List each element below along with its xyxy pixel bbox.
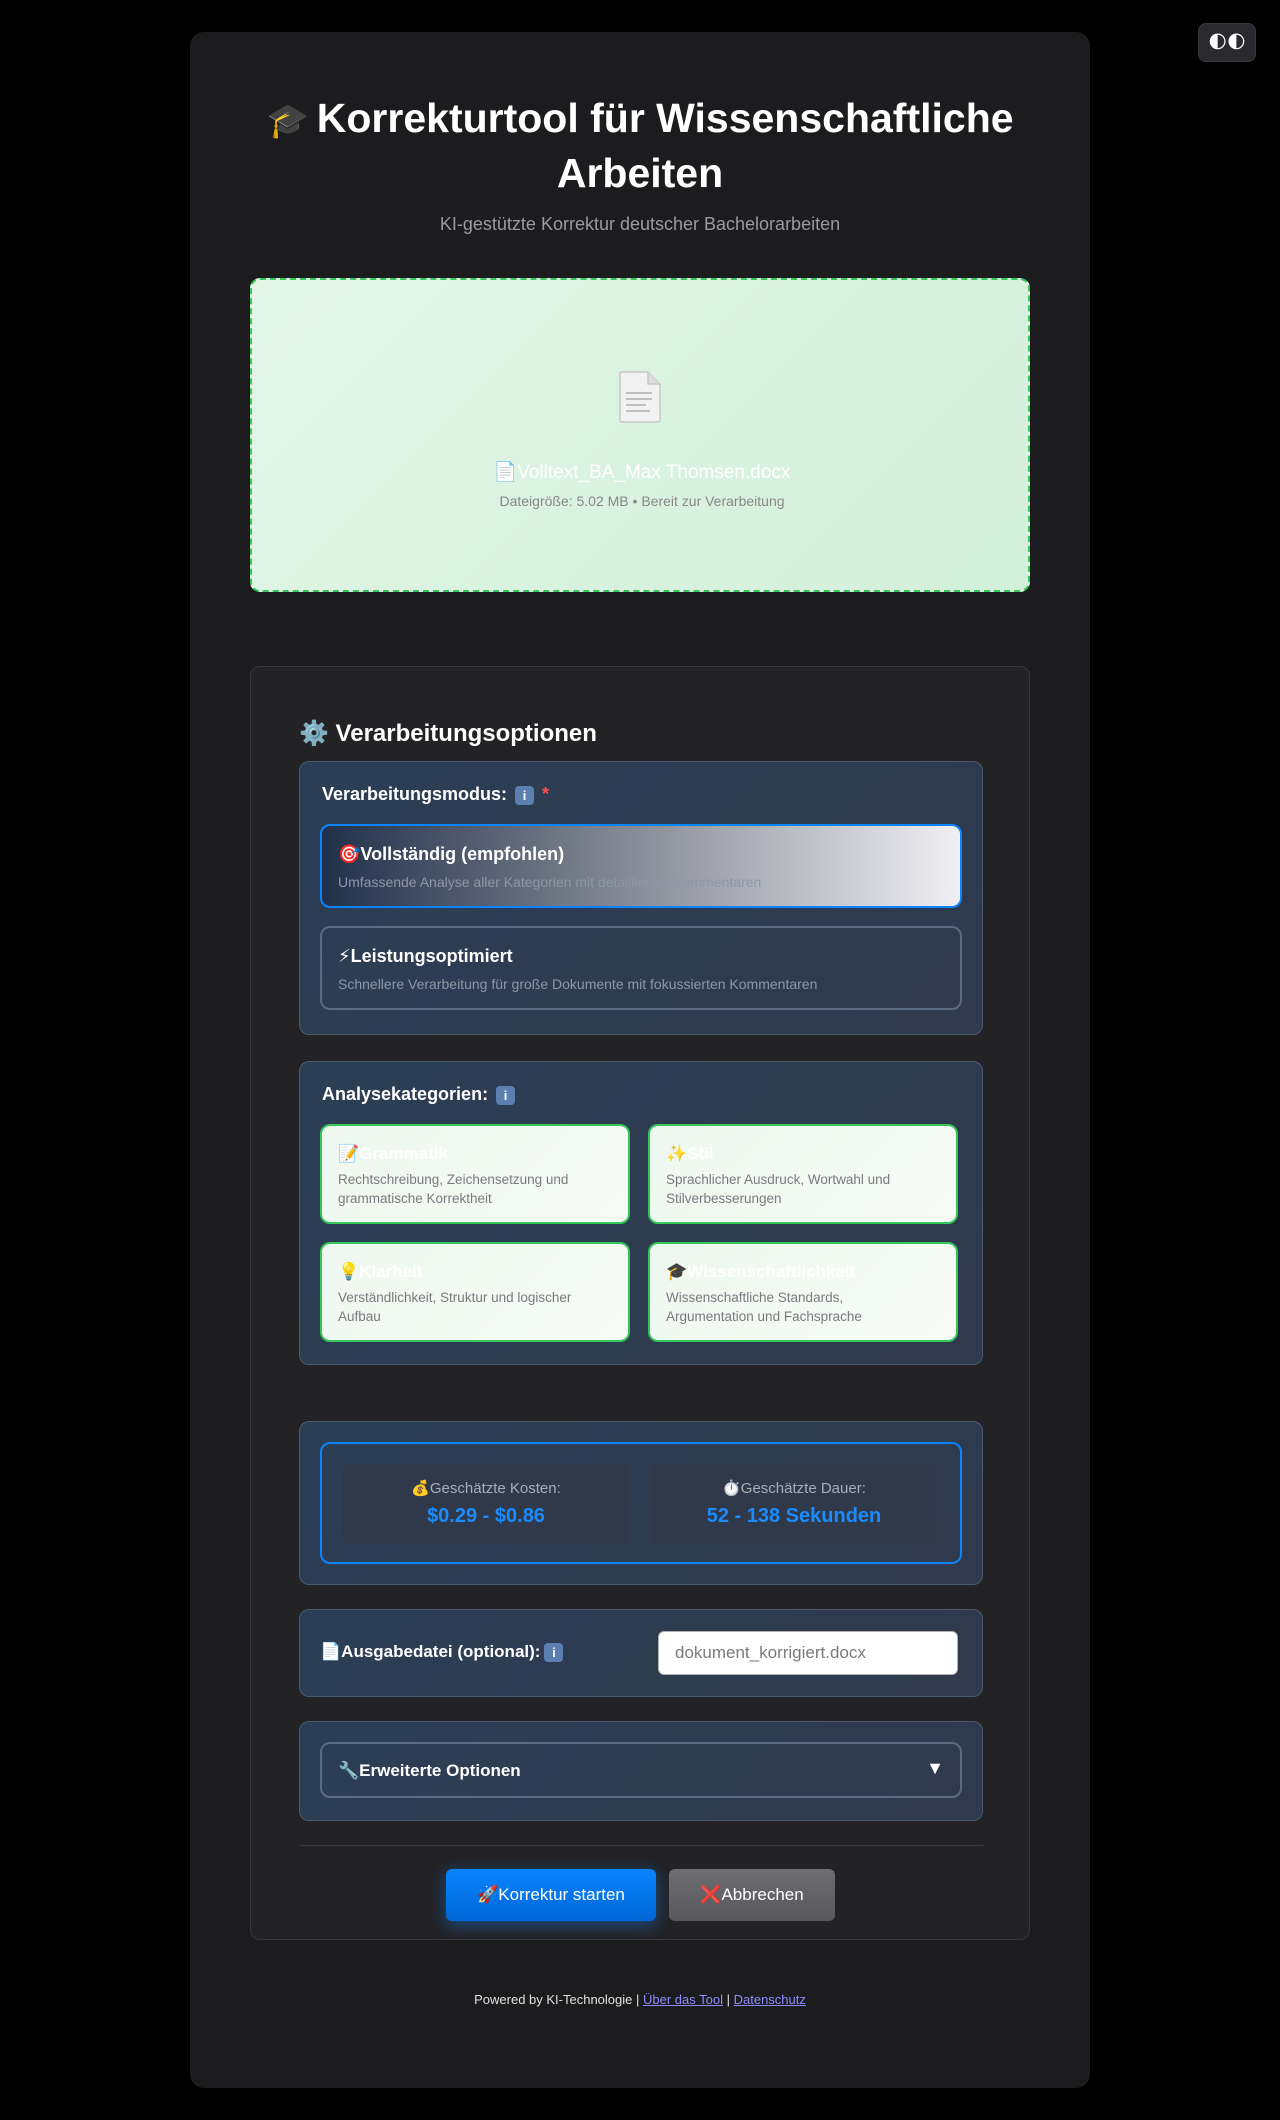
mode-label-text: Verarbeitungsmodus: [322, 784, 508, 804]
footer-prefix: Powered by KI-Technologie | [474, 1992, 640, 2007]
mode-option-performance[interactable]: ⚡Leistungsoptimiert Schnellere Verarbeit… [320, 926, 962, 1010]
mode-option-desc: Umfassende Analyse aller Kategorien mit … [338, 874, 762, 890]
mode-panel: Verarbeitungsmodus: i * 🎯Vollständig (empf… [299, 761, 983, 1035]
processing-options-section: ⚙️ Verarbeitungsoptionen Verarbeitungsmo… [250, 666, 1030, 1940]
estimate-panel: 💰Geschätzte Kosten: $0.29 - $0.86 ⏱️Gesc… [299, 1421, 983, 1585]
category-clarity[interactable]: 💡Klarheit Verständlichkeit, Struktur und… [320, 1242, 630, 1342]
mode-option-full[interactable]: 🎯Vollständig (empfohlen) Umfassende Anal… [320, 824, 962, 908]
main-card: 🎓 Korrekturtool für Wissenschaftliche Arb… [190, 32, 1090, 2088]
estimate-box: 💰Geschätzte Kosten: $0.29 - $0.86 ⏱️Gesc… [320, 1442, 962, 1564]
cost-label: 💰Geschätzte Kosten: [411, 1480, 561, 1497]
moon-icon: 🌓🌓 [1208, 32, 1246, 52]
mode-label: Verarbeitungsmodus: i * [322, 784, 549, 805]
cost-estimate: 💰Geschätzte Kosten: $0.29 - $0.86 [342, 1464, 630, 1544]
info-icon[interactable]: i [544, 1643, 564, 1663]
footer: Powered by KI-Technologie | Über das Too… [190, 1992, 1090, 2007]
page-subtitle: KI-gestützte Korrektur deutscher Bachelo… [439, 214, 841, 234]
category-desc: Verständlichkeit, Struktur und logischer… [338, 1290, 572, 1324]
advanced-options-label: 🔧Erweiterte Optionen [338, 1761, 521, 1780]
category-title: 📝Grammatik [338, 1144, 448, 1163]
output-file-label: 📄Ausgabedatei (optional): i [320, 1642, 564, 1663]
mode-option-title: ⚡Leistungsoptimiert [338, 946, 513, 966]
duration-value: 52 - 138 Sekunden [706, 1505, 882, 1527]
advanced-options-toggle[interactable]: 🔧Erweiterte Optionen ▼ [320, 1742, 962, 1798]
cancel-button[interactable]: ❌Abbrechen [669, 1869, 835, 1921]
advanced-options-panel: 🔧Erweiterte Optionen ▼ [299, 1721, 983, 1821]
category-desc: Rechtschreibung, Zeichensetzung und gram… [338, 1172, 569, 1206]
uploaded-file-name: 📄Volltext_BA_Max Thomsen.docx [493, 462, 791, 483]
categories-panel: Analysekategorien: i 📝Grammatik Rechtschr… [299, 1061, 983, 1365]
category-style[interactable]: ✨Stil Sprachlicher Ausdruck, Wortwahl un… [648, 1124, 958, 1224]
required-marker: * [542, 784, 550, 804]
graduation-cap-icon: 🎓 [266, 102, 309, 140]
category-grammar[interactable]: 📝Grammatik Rechtschreibung, Zeichensetzu… [320, 1124, 630, 1224]
info-icon[interactable]: i [515, 785, 535, 805]
footer-separator: | [726, 1992, 730, 2007]
info-icon[interactable]: i [496, 1085, 516, 1105]
categories-label-text: Analysekategorien: [322, 1084, 489, 1104]
output-file-input[interactable] [658, 1631, 958, 1675]
about-link[interactable]: Über das Tool [643, 1992, 723, 2007]
mode-option-title: 🎯Vollständig (empfohlen) [338, 844, 565, 864]
cost-value: $0.29 - $0.86 [427, 1505, 545, 1527]
document-icon [619, 371, 661, 423]
mode-option-desc: Schnellere Verarbeitung für große Dokume… [338, 976, 818, 992]
uploaded-file-meta: Dateigröße: 5.02 MB • Bereit zur Verarbe… [499, 493, 785, 509]
theme-toggle-button[interactable]: 🌓🌓 [1198, 23, 1256, 62]
output-file-panel: 📄Ausgabedatei (optional): i [299, 1609, 983, 1697]
duration-estimate: ⏱️Geschätzte Dauer: 52 - 138 Sekunden [650, 1464, 938, 1544]
page-title: 🎓 Korrekturtool für Wissenschaftliche Arb… [190, 92, 1090, 199]
category-title: 🎓Wissenschaftlichkeit [666, 1262, 856, 1281]
output-file-label-text: 📄Ausgabedatei (optional): [320, 1642, 541, 1661]
page-title-text: Korrekturtool für Wissenschaftliche Arbe… [316, 95, 1014, 196]
options-title: ⚙️ Verarbeitungsoptionen [299, 720, 597, 747]
categories-label: Analysekategorien: i [322, 1084, 516, 1105]
divider [299, 1845, 983, 1846]
category-science[interactable]: 🎓Wissenschaftlichkeit Wissenschaftliche … [648, 1242, 958, 1342]
start-correction-button[interactable]: 🚀Korrektur starten [446, 1869, 656, 1921]
category-title: 💡Klarheit [338, 1262, 423, 1281]
chevron-down-icon: ▼ [926, 1758, 944, 1778]
category-desc: Wissenschaftliche Standards, Argumentati… [666, 1290, 862, 1324]
duration-label: ⏱️Geschätzte Dauer: [722, 1480, 866, 1497]
category-title: ✨Stil [666, 1144, 714, 1163]
file-upload-dropzone[interactable]: 📄Volltext_BA_Max Thomsen.docx Dateigröße… [250, 278, 1030, 592]
privacy-link[interactable]: Datenschutz [734, 1992, 806, 2007]
category-desc: Sprachlicher Ausdruck, Wortwahl und Stil… [666, 1172, 891, 1206]
